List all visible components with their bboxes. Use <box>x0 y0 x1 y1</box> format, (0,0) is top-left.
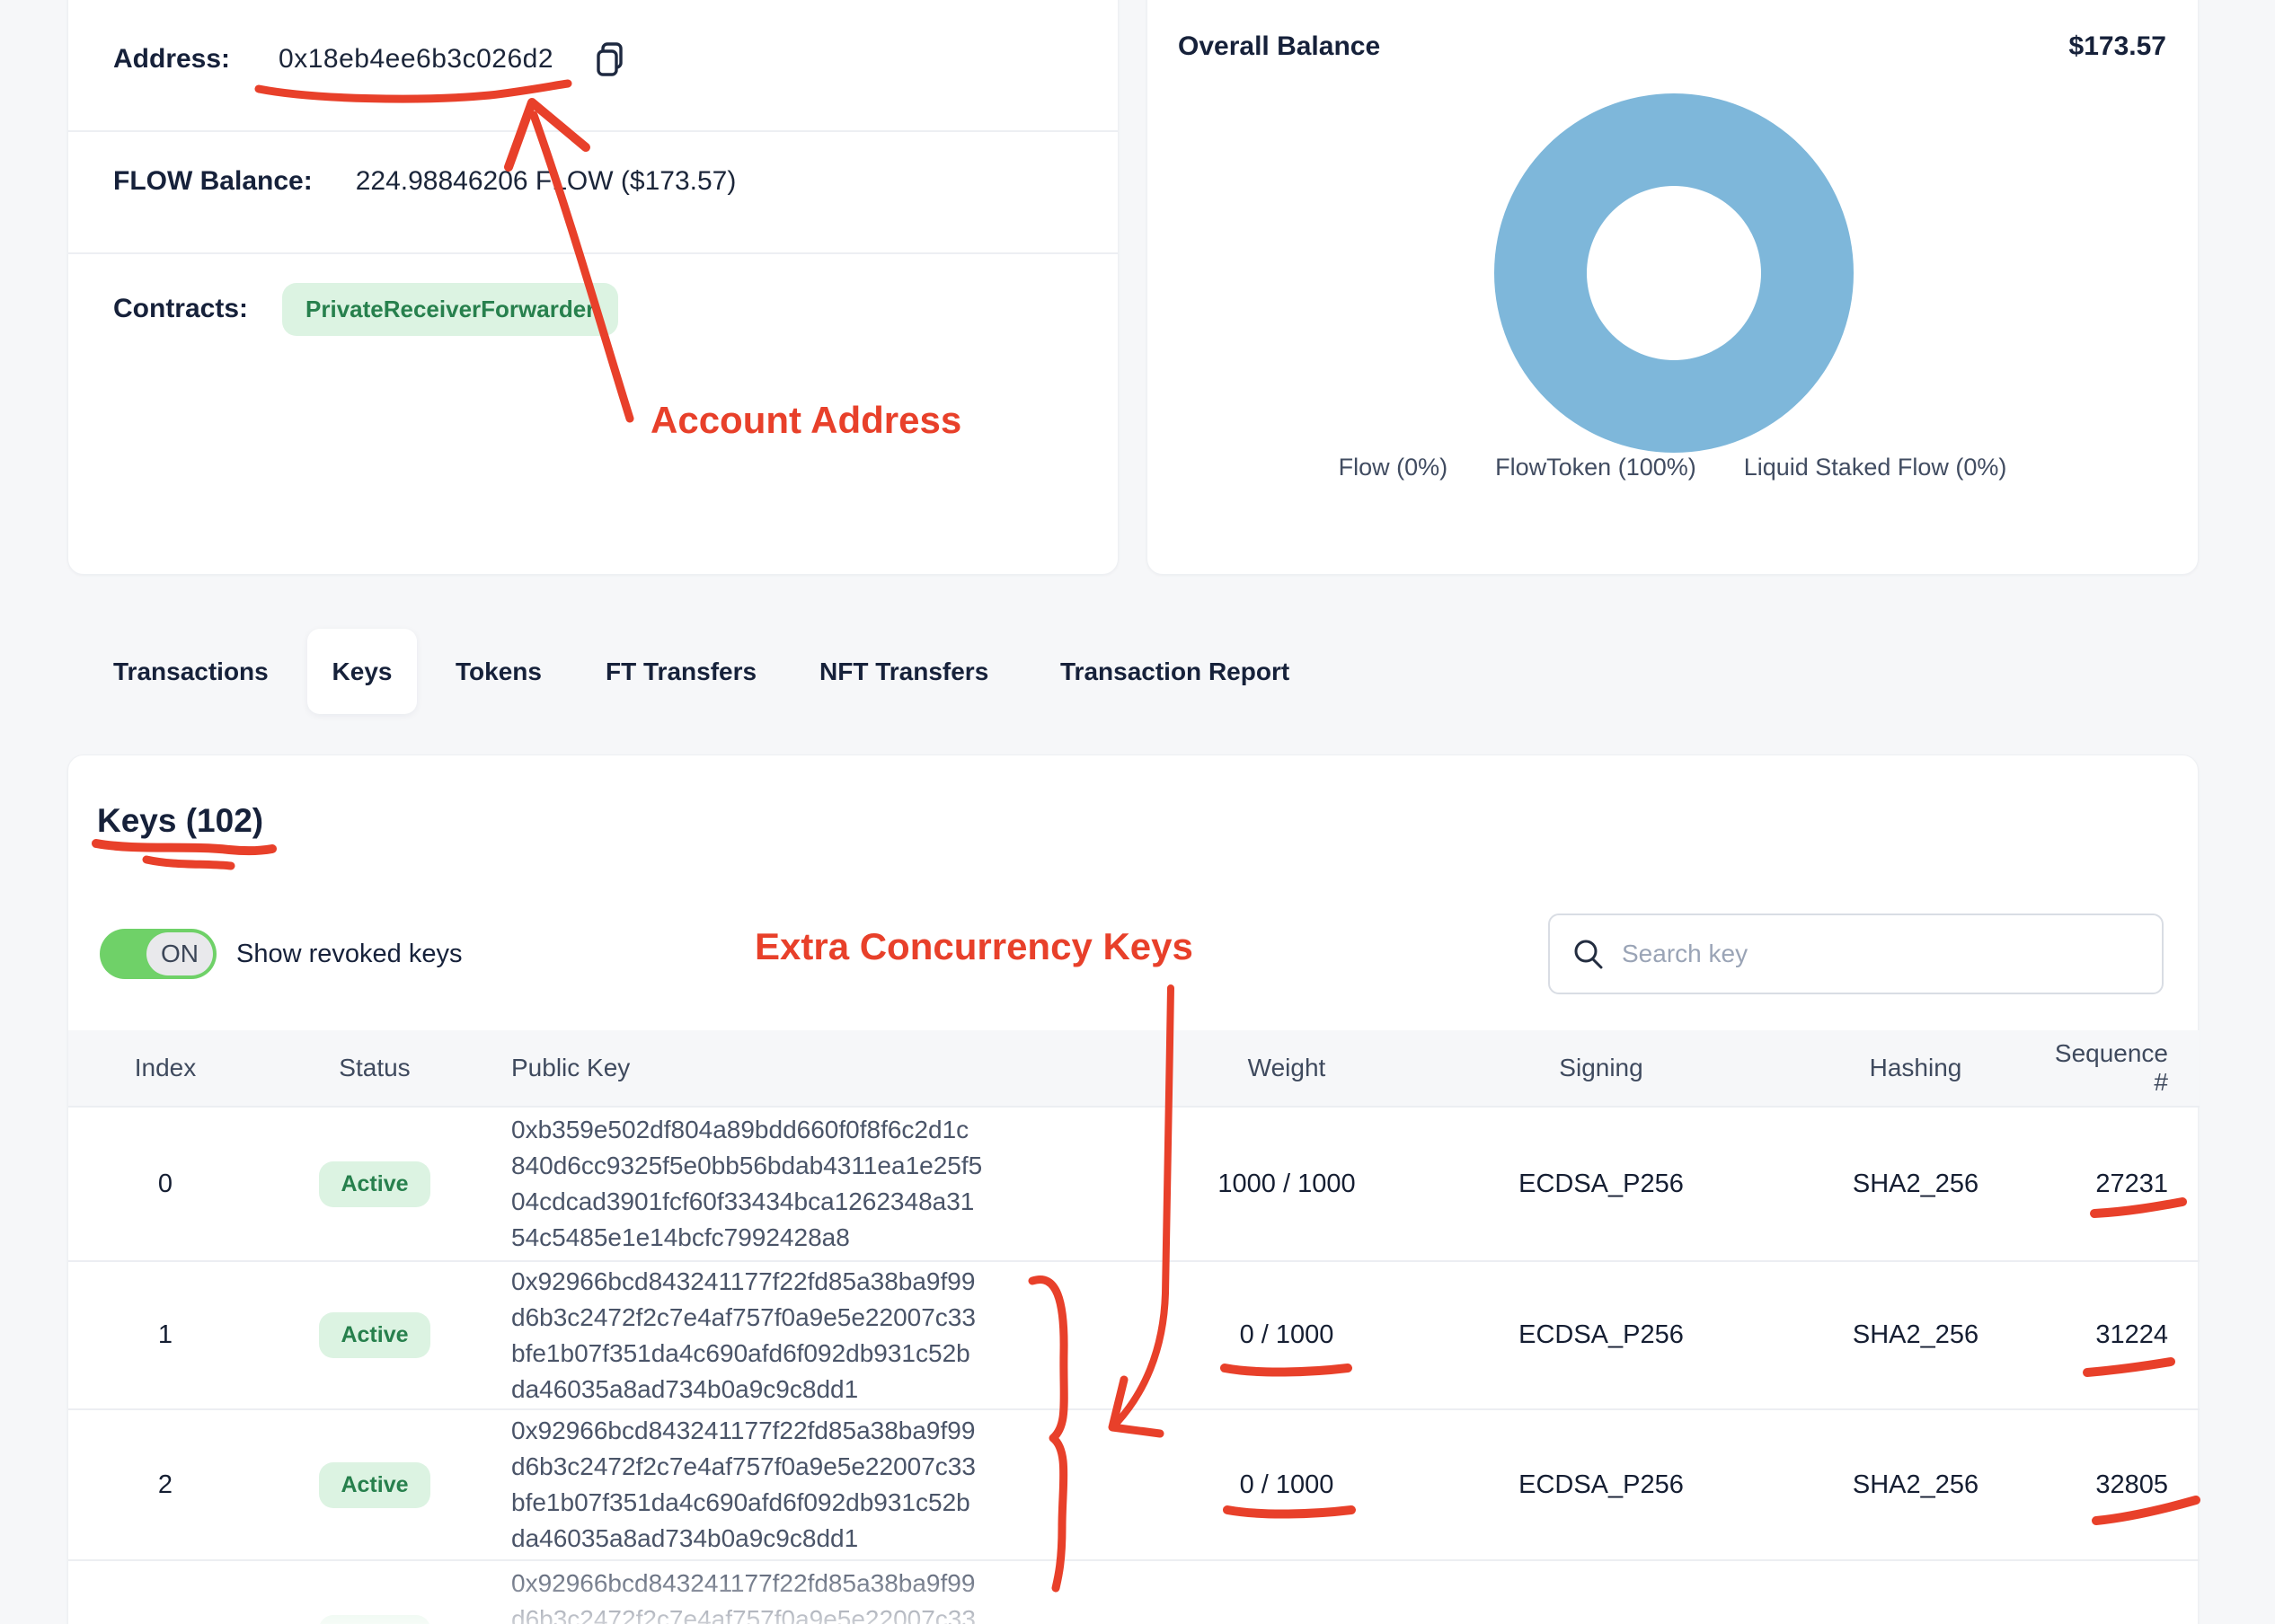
flow-balance-label: FLOW Balance: <box>113 166 313 197</box>
key-signing: ECDSA_P256 <box>1421 1320 1781 1350</box>
key-sequence: 32805 <box>2050 1470 2200 1500</box>
key-index: 1 <box>68 1320 262 1350</box>
balance-header: Overall Balance $173.57 <box>1178 31 2166 62</box>
toggle-knob[interactable]: ON <box>146 932 213 975</box>
tab-ft-transfers[interactable]: FT Transfers <box>606 629 757 714</box>
tab-keys[interactable]: Keys <box>307 629 417 714</box>
account-address-value: 0x18eb4ee6b3c026d2 <box>279 44 553 75</box>
key-row-2[interactable]: 2 Active 0x92966bcd843241177f22fd85a38ba… <box>68 1408 2200 1559</box>
tab-transactions[interactable]: Transactions <box>113 629 269 714</box>
divider <box>68 130 1118 132</box>
key-row-3[interactable]: 3 Active 0x92966bcd843241177f22fd85a38ba… <box>68 1559 2200 1624</box>
account-info-card: Address: 0x18eb4ee6b3c026d2 FLOW Balance… <box>67 0 1119 575</box>
legend-flowtoken: FlowToken (100%) <box>1495 454 1696 481</box>
col-index: Index <box>68 1054 262 1082</box>
show-revoked-label: Show revoked keys <box>236 940 462 969</box>
status-badge: Active <box>319 1615 429 1624</box>
flow-balance-value: 224.98846206 FLOW ($173.57) <box>356 166 737 197</box>
tab-transaction-report[interactable]: Transaction Report <box>1060 629 1289 714</box>
col-sequence: Sequence # <box>2050 1039 2200 1097</box>
key-hashing: SHA2_256 <box>1781 1470 2050 1500</box>
legend-flow: Flow (0%) <box>1339 454 1448 481</box>
flow-balance-row: FLOW Balance: 224.98846206 FLOW ($173.57… <box>113 141 1082 222</box>
col-signing: Signing <box>1421 1054 1781 1082</box>
keys-table-header: Index Status Public Key Weight Signing H… <box>68 1030 2200 1106</box>
address-label: Address: <box>113 44 230 75</box>
keys-section-title: Keys (102) <box>97 802 263 840</box>
public-key-value: 0xb359e502df804a89bdd660f0f8f6c2d1c840d6… <box>487 1112 1152 1256</box>
col-public-key: Public Key <box>487 1054 1152 1082</box>
key-weight: 0 / 1000 <box>1152 1320 1421 1350</box>
public-key-value: 0x92966bcd843241177f22fd85a38ba9f99d6b3c… <box>487 1566 1152 1624</box>
key-index: 0 <box>68 1169 262 1199</box>
key-hashing: SHA2_256 <box>1781 1169 2050 1199</box>
key-row-0[interactable]: 0 Active 0xb359e502df804a89bdd660f0f8f6c… <box>68 1106 2200 1260</box>
keys-card: Keys (102) ON Show revoked keys Index St… <box>67 755 2199 1624</box>
account-page: Address: 0x18eb4ee6b3c026d2 FLOW Balance… <box>0 0 2275 1624</box>
divider <box>68 252 1118 254</box>
overall-balance-total: $173.57 <box>2069 31 2166 62</box>
donut-legend: Flow (0%) FlowToken (100%) Liquid Staked… <box>1147 454 2198 481</box>
key-index: 2 <box>68 1470 262 1500</box>
show-revoked-toggle[interactable]: ON <box>100 929 217 979</box>
search-key-box <box>1548 914 2164 994</box>
key-row-1[interactable]: 1 Active 0x92966bcd843241177f22fd85a38ba… <box>68 1260 2200 1408</box>
overall-balance-title: Overall Balance <box>1178 31 1380 62</box>
contracts-row: Contracts: PrivateReceiverForwarder <box>113 269 1082 349</box>
status-badge: Active <box>319 1312 429 1358</box>
copy-icon <box>590 40 630 79</box>
key-weight: 1000 / 1000 <box>1152 1169 1421 1199</box>
balance-donut-chart <box>1494 93 1854 453</box>
col-weight: Weight <box>1152 1054 1421 1082</box>
key-hashing: SHA2_256 <box>1781 1320 2050 1350</box>
contracts-label: Contracts: <box>113 294 248 324</box>
search-key-input[interactable] <box>1548 914 2164 994</box>
key-signing: ECDSA_P256 <box>1421 1470 1781 1500</box>
status-badge: Active <box>319 1161 429 1207</box>
key-signing: ECDSA_P256 <box>1421 1169 1781 1199</box>
contract-badge[interactable]: PrivateReceiverForwarder <box>282 283 618 336</box>
key-sequence: 27231 <box>2050 1169 2200 1199</box>
status-badge: Active <box>319 1462 429 1508</box>
key-weight: 0 / 1000 <box>1152 1470 1421 1500</box>
copy-address-button[interactable] <box>589 39 631 80</box>
col-status: Status <box>262 1054 487 1082</box>
address-row: Address: 0x18eb4ee6b3c026d2 <box>113 19 1082 100</box>
public-key-value: 0x92966bcd843241177f22fd85a38ba9f99d6b3c… <box>487 1264 1152 1408</box>
public-key-value: 0x92966bcd843241177f22fd85a38ba9f99d6b3c… <box>487 1413 1152 1557</box>
tab-tokens[interactable]: Tokens <box>456 629 542 714</box>
tab-nft-transfers[interactable]: NFT Transfers <box>819 629 988 714</box>
account-tabs: Transactions Keys Tokens FT Transfers NF… <box>0 629 2275 714</box>
col-hashing: Hashing <box>1781 1054 2050 1082</box>
keys-table: Index Status Public Key Weight Signing H… <box>68 1030 2200 1624</box>
key-sequence: 31224 <box>2050 1320 2200 1350</box>
overall-balance-card: Overall Balance $173.57 Flow (0%) FlowTo… <box>1146 0 2199 575</box>
legend-liquid-staked: Liquid Staked Flow (0%) <box>1744 454 2007 481</box>
